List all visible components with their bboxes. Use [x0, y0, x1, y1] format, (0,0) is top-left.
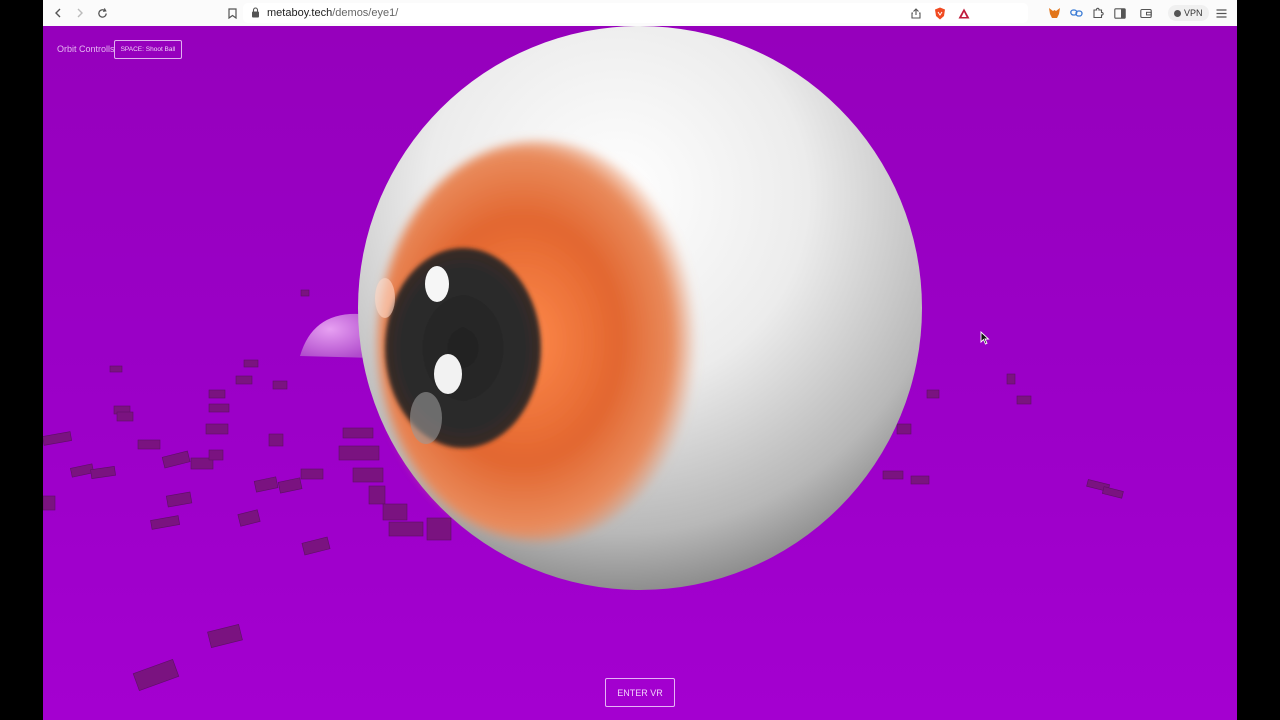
vpn-label: VPN	[1184, 8, 1203, 18]
browser-toolbar: metaboy.tech/demos/eye1/ VPN	[43, 0, 1237, 27]
lock-icon	[252, 7, 259, 18]
vpn-status-icon	[1174, 9, 1181, 17]
url-text: metaboy.tech/demos/eye1/	[267, 7, 398, 19]
iris-rim-highlight	[375, 278, 395, 318]
extension-link-icon[interactable]	[1068, 5, 1084, 21]
back-icon[interactable]	[49, 4, 67, 22]
pupil	[385, 248, 541, 448]
url-host: metaboy.tech	[267, 7, 333, 19]
brave-shield-icon[interactable]	[931, 4, 949, 22]
bookmark-icon[interactable]	[223, 4, 241, 22]
address-bar[interactable]: metaboy.tech/demos/eye1/	[227, 3, 1028, 23]
puzzle-icon[interactable]	[1090, 5, 1106, 21]
mouse-cursor-icon	[980, 331, 990, 345]
enter-vr-button[interactable]: ENTER VR	[605, 678, 675, 707]
share-icon[interactable]	[907, 4, 925, 22]
menu-icon[interactable]	[1213, 5, 1229, 21]
eyeball	[358, 26, 922, 590]
eye-highlight-bottom	[434, 354, 462, 394]
vr-scene[interactable]: Orbit Controlls SPACE: Shoot Ball ENTER …	[43, 26, 1237, 720]
url-path: /demos/eye1/	[332, 7, 399, 19]
orbit-controls-label: Orbit Controlls	[57, 44, 115, 54]
wallet-icon[interactable]	[1138, 5, 1154, 21]
vpn-button[interactable]: VPN	[1168, 5, 1209, 21]
reload-icon[interactable]	[93, 4, 111, 22]
scene-canvas[interactable]	[43, 26, 1237, 720]
eye-highlight-top	[425, 266, 449, 302]
brave-rewards-icon[interactable]	[955, 4, 973, 22]
eye-reflection	[410, 392, 442, 444]
metamask-icon[interactable]	[1046, 5, 1062, 21]
sidebar-icon[interactable]	[1112, 5, 1128, 21]
browser-window: metaboy.tech/demos/eye1/ VPN Orbit Contr…	[43, 0, 1237, 720]
shoot-ball-button[interactable]: SPACE: Shoot Ball	[114, 40, 182, 59]
forward-icon[interactable]	[71, 4, 89, 22]
